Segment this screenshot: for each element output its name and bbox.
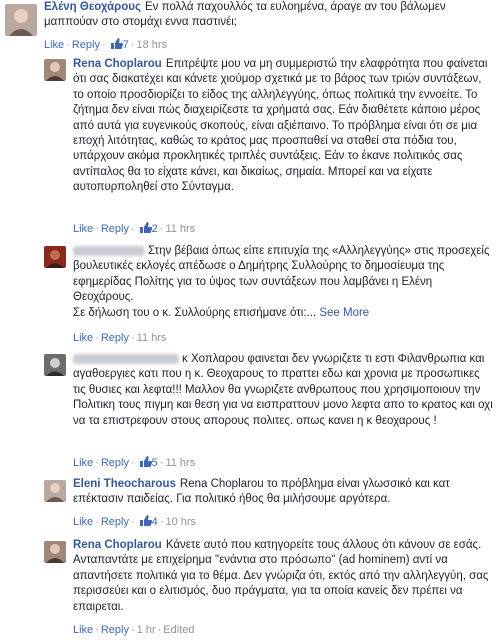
like-count[interactable]: 7	[123, 39, 129, 51]
reply-button[interactable]: Reply	[101, 223, 129, 235]
like-button[interactable]: Like	[73, 516, 93, 528]
like-button[interactable]: Like	[73, 457, 93, 469]
reply-button[interactable]: Reply	[101, 457, 129, 469]
avatar-icon	[5, 4, 37, 36]
comment-actions: Like · Reply · 5 · 11 hrs	[73, 455, 196, 469]
like-button[interactable]: Like	[73, 223, 93, 235]
comment-author[interactable]: Eleni Theocharous	[73, 478, 176, 490]
like-button[interactable]: Like	[73, 332, 93, 344]
like-button[interactable]: Like	[73, 624, 93, 636]
timestamp[interactable]: 1 hr	[137, 624, 156, 636]
comment-text: Επιτρέψτε μου να μη συμμεριστώ την ελαφρ…	[73, 58, 488, 194]
see-more-link[interactable]: See More	[319, 307, 369, 319]
comment-1: Ελένη Θεοχάρους Εν πολλά παχουλλός τα ευλ…	[0, 0, 501, 52]
timestamp[interactable]: 11 hrs	[137, 332, 167, 344]
edited-label[interactable]: Edited	[163, 624, 194, 636]
reply-button[interactable]: Reply	[101, 624, 129, 636]
avatar-icon	[44, 59, 66, 81]
comment-text-more: Σε δήλωση του ο κ. Συλλούρης επισήμανε ό…	[73, 306, 317, 319]
comment-actions: Like · Reply · 4 · 10 hrs	[73, 514, 197, 528]
comment-author[interactable]: Rena Choplarou	[73, 58, 162, 70]
avatar[interactable]	[44, 541, 66, 563]
comment-6: Rena Choplarou Κάνετε αυτό που κατηγορείτ…	[0, 535, 501, 644]
comment-2: Rena Choplarou Επιτρέψτε μου να μη συμμερ…	[0, 55, 501, 240]
comment-5: Eleni Theocharous Rena Choplarou το πρόβλ…	[0, 474, 501, 532]
comment-actions: Like · Reply · 11 hrs	[73, 332, 167, 344]
timestamp[interactable]: 11 hrs	[165, 223, 195, 235]
like-count[interactable]: 5	[152, 457, 158, 469]
avatar[interactable]	[44, 246, 66, 268]
like-count[interactable]: 2	[152, 223, 158, 235]
thumbs-up-icon[interactable]	[110, 37, 123, 50]
comment-actions: Like · Reply · 7 · 18 hrs	[44, 37, 168, 51]
reply-button[interactable]: Reply	[72, 39, 100, 51]
timestamp[interactable]: 11 hrs	[165, 457, 195, 469]
like-count[interactable]: 4	[152, 516, 158, 528]
reply-button[interactable]: Reply	[101, 332, 129, 344]
avatar-icon	[44, 541, 66, 563]
comment-actions: Like · Reply · 1 hr · Edited	[73, 624, 195, 636]
comment-author[interactable]: Ελένη Θεοχάρους	[44, 1, 141, 13]
comment-3: Στην βέβαια όπως είπε επιτυχία της «Αλλη…	[0, 242, 501, 347]
redacted-author	[73, 353, 179, 364]
thumbs-up-icon[interactable]	[139, 221, 152, 234]
avatar[interactable]	[5, 4, 37, 36]
comment-actions: Like · Reply · 2 · 11 hrs	[73, 221, 196, 235]
timestamp[interactable]: 10 hrs	[165, 516, 196, 528]
avatar[interactable]	[44, 59, 66, 81]
reply-button[interactable]: Reply	[101, 516, 129, 528]
comment-4: κ Χοπλαρου φαινεται δεν γνωριζετε τι εστ…	[0, 350, 501, 470]
avatar-icon	[44, 246, 66, 268]
avatar-icon	[44, 480, 66, 502]
redacted-author	[73, 245, 145, 256]
timestamp[interactable]: 18 hrs	[136, 39, 167, 51]
thumbs-up-icon[interactable]	[139, 514, 152, 527]
thumbs-up-icon[interactable]	[139, 455, 152, 468]
comment-author[interactable]: Rena Choplarou	[73, 539, 162, 551]
avatar-icon	[44, 354, 66, 376]
avatar[interactable]	[44, 354, 66, 376]
comment-text: κ Χοπλαρου φαινεται δεν γνωριζετε τι εστ…	[73, 353, 493, 427]
avatar[interactable]	[44, 480, 66, 502]
like-button[interactable]: Like	[44, 39, 64, 51]
